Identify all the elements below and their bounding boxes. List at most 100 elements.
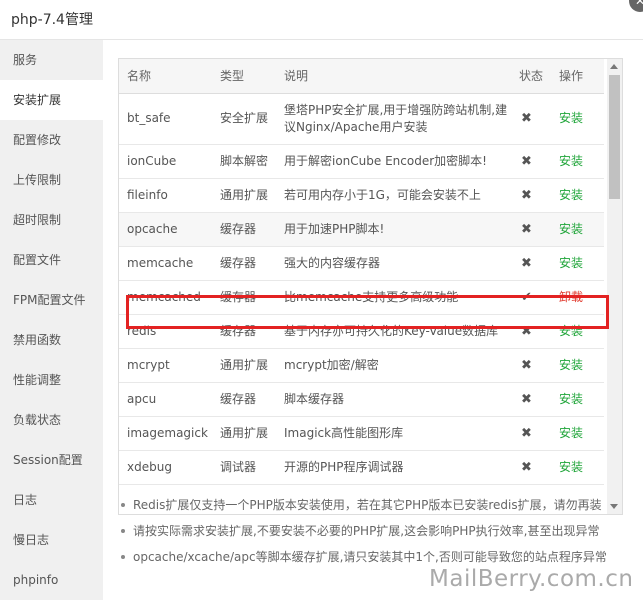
table-row: memcached 缓存器 比memcache支持更多高级功能 ✔ 卸载 — [119, 280, 604, 315]
header-operation: 操作 — [551, 59, 604, 94]
sidebar-item[interactable]: 超时限制 — [0, 200, 103, 240]
header-status: 状态 — [511, 59, 551, 94]
extension-description: 基于内存亦可持久化的Key-Value数据库 — [276, 314, 511, 349]
not-installed-x-icon: ✖ — [511, 416, 551, 451]
install-link[interactable]: 安装 — [551, 144, 604, 179]
sidebar-item[interactable]: FPM配置文件 — [0, 280, 103, 320]
header-name: 名称 — [119, 59, 212, 94]
extension-name: bt_safe — [119, 93, 212, 145]
not-installed-x-icon: ✖ — [511, 212, 551, 247]
extension-type: 通用扩展 — [212, 178, 276, 213]
scrollbar-thumb[interactable] — [609, 75, 620, 199]
table-row: apcu 缓存器 脚本缓存器 ✖ 安装 — [119, 382, 604, 417]
install-link[interactable]: 安装 — [551, 450, 604, 485]
table-row: opcache 缓存器 用于加速PHP脚本! ✖ 安装 — [119, 212, 604, 247]
sidebar-item[interactable]: 负载状态 — [0, 400, 103, 440]
table-row: imagemagick 通用扩展 Imagick高性能图形库 ✖ 安装 — [119, 416, 604, 451]
not-installed-x-icon: ✖ — [511, 314, 551, 349]
header-description: 说明 — [276, 59, 511, 94]
help-note: 请按实际需求安装扩展,不要安装不必要的PHP扩展,这会影响PHP执行效率,甚至出… — [121, 518, 636, 544]
table-row: xdebug 调试器 开源的PHP程序调试器 ✖ 安装 — [119, 450, 604, 485]
extension-name: memcached — [119, 280, 212, 315]
extension-description: 开源的PHP程序调试器 — [276, 450, 511, 485]
sidebar-item[interactable]: 禁用函数 — [0, 320, 103, 360]
extension-type: 缓存器 — [212, 212, 276, 247]
not-installed-x-icon: ✖ — [511, 246, 551, 281]
main-panel: 名称 类型 说明 状态 操作 bt_safe 安全扩展 堡塔PHP安全扩展,用于增强… — [103, 40, 643, 600]
extension-description: mcrypt加密/解密 — [276, 348, 511, 383]
extension-name: opcache — [119, 212, 212, 247]
sidebar-item[interactable]: Session配置 — [0, 440, 103, 480]
install-link[interactable]: 安装 — [551, 93, 604, 145]
extension-description: 堡塔PHP安全扩展,用于增强防跨站机制,建议Nginx/Apache用户安装 — [276, 93, 511, 145]
table-scrollbar[interactable] — [607, 59, 622, 514]
extension-name: mcrypt — [119, 348, 212, 383]
not-installed-x-icon: ✖ — [511, 178, 551, 213]
extension-description: 用于解密ionCube Encoder加密脚本! — [276, 144, 511, 179]
table-row: mcrypt 通用扩展 mcrypt加密/解密 ✖ 安装 — [119, 348, 604, 383]
install-link[interactable]: 安装 — [551, 246, 604, 281]
table-row: memcache 缓存器 强大的内容缓存器 ✖ 安装 — [119, 246, 604, 281]
sidebar-item[interactable]: 慢日志 — [0, 520, 103, 560]
extension-description: Imagick高性能图形库 — [276, 416, 511, 451]
extension-description: 若可用内存小于1G，可能会安装不上 — [276, 178, 511, 213]
extensions-table: 名称 类型 说明 状态 操作 bt_safe 安全扩展 堡塔PHP安全扩展,用于增强… — [119, 59, 604, 485]
help-note: Redis扩展仅支持一个PHP版本安装使用，若在其它PHP版本已安装redis扩… — [121, 492, 636, 518]
extension-type: 缓存器 — [212, 314, 276, 349]
extension-type: 安全扩展 — [212, 93, 276, 145]
close-icon[interactable]: ✕ — [629, 0, 643, 12]
install-link[interactable]: 安装 — [551, 382, 604, 417]
sidebar-item[interactable]: 日志 — [0, 480, 103, 520]
install-link[interactable]: 安装 — [551, 348, 604, 383]
header-type: 类型 — [212, 59, 276, 94]
sidebar-item[interactable]: 安装扩展 — [0, 80, 103, 120]
sidebar-item[interactable]: 配置文件 — [0, 240, 103, 280]
not-installed-x-icon: ✖ — [511, 382, 551, 417]
extension-name: xdebug — [119, 450, 212, 485]
sidebar-item[interactable]: phpinfo — [0, 560, 103, 600]
help-notes: Redis扩展仅支持一个PHP版本安装使用，若在其它PHP版本已安装redis扩… — [121, 492, 636, 570]
extension-description: 强大的内容缓存器 — [276, 246, 511, 281]
not-installed-x-icon: ✖ — [511, 144, 551, 179]
extension-name: fileinfo — [119, 178, 212, 213]
table-row: ionCube 脚本解密 用于解密ionCube Encoder加密脚本! ✖ 安装 — [119, 144, 604, 179]
sidebar: 服务 安装扩展 配置修改 上传限制 超时限制 配置文件 FPM配置文件 禁用函数 性能调整 负载状… — [0, 40, 103, 600]
not-installed-x-icon: ✖ — [511, 93, 551, 145]
sidebar-item[interactable]: 服务 — [0, 40, 103, 80]
extension-type: 缓存器 — [212, 382, 276, 417]
install-link[interactable]: 安装 — [551, 212, 604, 247]
extension-name: memcache — [119, 246, 212, 281]
table-row: redis 缓存器 基于内存亦可持久化的Key-Value数据库 ✖ 安装 — [119, 314, 604, 349]
extension-type: 缓存器 — [212, 246, 276, 281]
extension-description: 用于加速PHP脚本! — [276, 212, 511, 247]
install-link[interactable]: 安装 — [551, 314, 604, 349]
extension-name: ionCube — [119, 144, 212, 179]
window-title: php-7.4管理 — [11, 12, 93, 28]
sidebar-item[interactable]: 性能调整 — [0, 360, 103, 400]
not-installed-x-icon: ✖ — [511, 348, 551, 383]
table-header-row: 名称 类型 说明 状态 操作 — [119, 59, 604, 94]
install-link[interactable]: 安装 — [551, 416, 604, 451]
sidebar-item[interactable]: 上传限制 — [0, 160, 103, 200]
table-row: fileinfo 通用扩展 若可用内存小于1G，可能会安装不上 ✖ 安装 — [119, 178, 604, 213]
table-row: bt_safe 安全扩展 堡塔PHP安全扩展,用于增强防跨站机制,建议Nginx/A… — [119, 93, 604, 145]
extension-name: apcu — [119, 382, 212, 417]
watermark: MailBerry.com.cn — [429, 566, 634, 592]
extension-type: 通用扩展 — [212, 348, 276, 383]
extension-type: 调试器 — [212, 450, 276, 485]
extension-type: 通用扩展 — [212, 416, 276, 451]
extension-description: 比memcache支持更多高级功能 — [276, 280, 511, 315]
uninstall-link[interactable]: 卸载 — [551, 280, 604, 315]
extension-description: 脚本缓存器 — [276, 382, 511, 417]
scroll-up-icon[interactable] — [610, 64, 618, 69]
not-installed-x-icon: ✖ — [511, 450, 551, 485]
extension-type: 脚本解密 — [212, 144, 276, 179]
window-titlebar: php-7.4管理 ✕ — [0, 0, 643, 40]
extensions-table-container: 名称 类型 说明 状态 操作 bt_safe 安全扩展 堡塔PHP安全扩展,用于增强… — [118, 58, 623, 515]
install-link[interactable]: 安装 — [551, 178, 604, 213]
extension-type: 缓存器 — [212, 280, 276, 315]
extension-name: imagemagick — [119, 416, 212, 451]
extension-name: redis — [119, 314, 212, 349]
sidebar-item[interactable]: 配置修改 — [0, 120, 103, 160]
installed-check-icon: ✔ — [511, 280, 551, 315]
